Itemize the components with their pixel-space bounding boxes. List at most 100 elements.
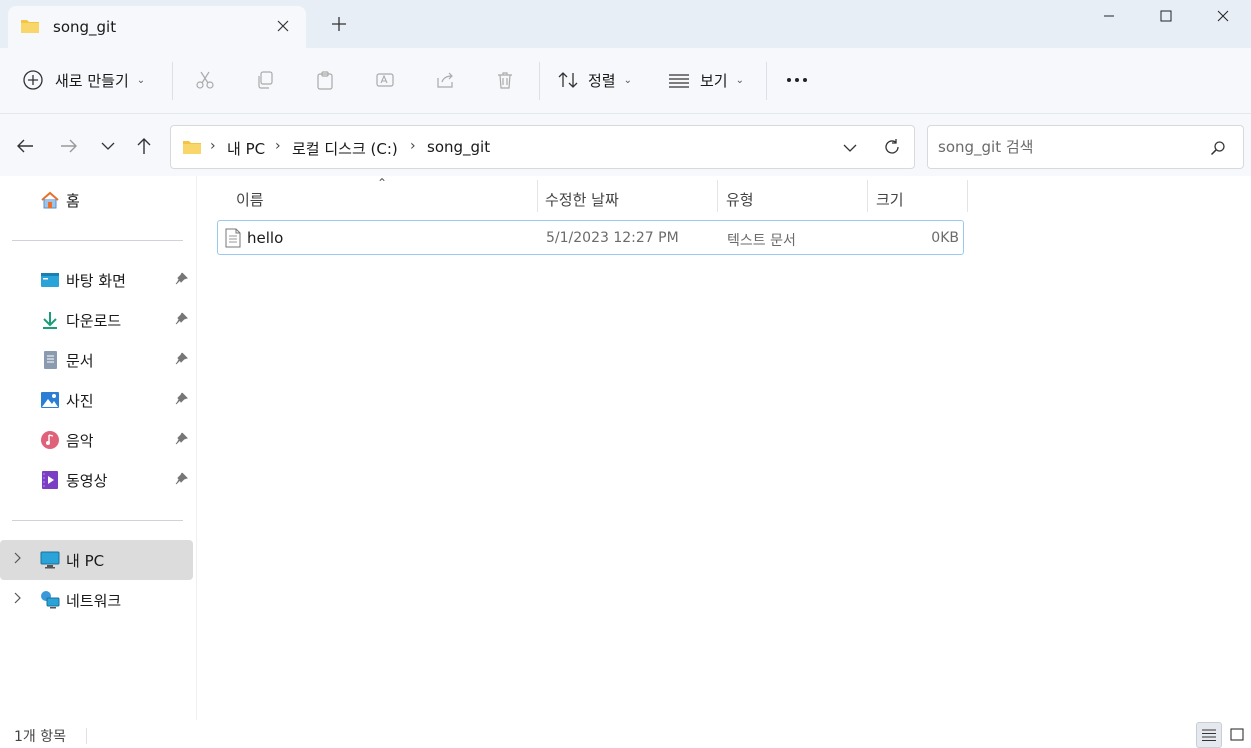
view-list-icon xyxy=(669,74,689,88)
column-header-name[interactable]: 이름 xyxy=(236,184,264,214)
address-bar[interactable]: › 내 PC › 로컬 디스크 (C:) › song_git xyxy=(170,125,915,169)
view-button[interactable]: 보기 ⌄ xyxy=(668,62,744,98)
tab-song-git[interactable]: song_git xyxy=(8,6,306,48)
column-header-modified[interactable]: 수정한 날짜 xyxy=(545,184,619,214)
picture-icon xyxy=(40,390,60,410)
maximize-button[interactable] xyxy=(1137,0,1195,32)
title-bar: song_git xyxy=(0,0,1251,48)
breadcrumb-local-disk[interactable]: 로컬 디스크 (C:) xyxy=(292,138,398,159)
arrow-left-icon xyxy=(17,139,33,153)
search-input[interactable] xyxy=(938,136,1198,158)
sort-ascending-icon: ⌃ xyxy=(377,176,388,190)
folder-icon xyxy=(20,18,40,34)
copy-button[interactable] xyxy=(253,68,277,92)
new-tab-button[interactable] xyxy=(328,14,350,36)
up-button[interactable] xyxy=(132,134,156,158)
column-header-size[interactable]: 크기 xyxy=(876,184,904,214)
refresh-icon xyxy=(885,139,899,154)
sidebar-item-documents[interactable]: 문서 xyxy=(0,340,193,380)
video-icon xyxy=(40,470,60,490)
delete-button[interactable] xyxy=(493,68,517,92)
file-name: hello xyxy=(247,229,284,247)
recent-locations-button[interactable] xyxy=(96,134,120,158)
sidebar-item-home[interactable]: 홈 xyxy=(0,180,193,220)
divider xyxy=(86,728,87,744)
column-divider[interactable] xyxy=(967,180,968,212)
folder-icon xyxy=(182,139,202,155)
tiles-view-button[interactable] xyxy=(1224,722,1250,748)
search-icon[interactable] xyxy=(1208,138,1228,158)
chevron-down-icon: ⌄ xyxy=(623,74,632,86)
pin-icon[interactable] xyxy=(174,272,190,288)
view-label: 보기 xyxy=(700,71,728,90)
details-view-button[interactable] xyxy=(1196,722,1222,748)
back-button[interactable] xyxy=(13,134,37,158)
plus-icon xyxy=(332,17,346,31)
column-divider[interactable] xyxy=(717,180,718,212)
address-history-button[interactable] xyxy=(839,137,861,159)
pin-icon[interactable] xyxy=(174,472,190,488)
sidebar-item-music[interactable]: 음악 xyxy=(0,420,193,460)
navigation-bar: › 내 PC › 로컬 디스크 (C:) › song_git xyxy=(0,114,1251,176)
document-icon xyxy=(40,350,60,370)
sidebar-item-network[interactable]: 네트워크 xyxy=(0,580,193,620)
sidebar-item-pictures[interactable]: 사진 xyxy=(0,380,193,420)
tab-title: song_git xyxy=(53,18,117,36)
share-icon xyxy=(437,72,453,88)
navigation-pane: 홈 바탕 화면 다운로드 문서 사진 음악 동영상 내 PC 네트워크 xyxy=(0,176,196,720)
share-button[interactable] xyxy=(433,68,457,92)
sidebar-item-label: 사진 xyxy=(66,392,94,410)
sidebar-item-this-pc[interactable]: 내 PC xyxy=(0,540,193,580)
arrow-up-icon xyxy=(137,138,151,154)
rename-icon xyxy=(376,73,394,87)
column-divider[interactable] xyxy=(867,180,868,212)
search-box[interactable] xyxy=(927,125,1244,169)
breadcrumb-song-git[interactable]: song_git xyxy=(427,138,490,156)
cut-icon xyxy=(196,71,214,89)
breadcrumb-this-pc[interactable]: 내 PC xyxy=(227,138,265,159)
chevron-down-icon xyxy=(843,144,857,152)
column-header-type[interactable]: 유형 xyxy=(726,184,754,214)
music-icon xyxy=(40,430,60,450)
close-icon xyxy=(277,20,289,32)
chevron-right-icon[interactable] xyxy=(14,592,28,608)
new-button-label: 새로 만들기 xyxy=(55,71,129,90)
cut-button[interactable] xyxy=(193,68,217,92)
sidebar-item-label: 홈 xyxy=(66,192,80,210)
sidebar-item-downloads[interactable]: 다운로드 xyxy=(0,300,193,340)
refresh-button[interactable] xyxy=(881,136,903,158)
new-button[interactable]: 새로 만들기 ⌄ xyxy=(22,62,145,98)
pin-icon[interactable] xyxy=(174,312,190,328)
minimize-button[interactable] xyxy=(1080,0,1138,32)
file-row[interactable]: hello 5/1/2023 12:27 PM 텍스트 문서 0KB xyxy=(217,220,964,255)
item-count: 1개 항목 xyxy=(14,729,66,745)
sidebar-item-videos[interactable]: 동영상 xyxy=(0,460,193,500)
file-type: 텍스트 문서 xyxy=(727,233,796,249)
close-tab-button[interactable] xyxy=(274,17,292,35)
tiles-view-icon xyxy=(1230,728,1244,741)
pin-icon[interactable] xyxy=(174,392,190,408)
divider xyxy=(172,62,173,100)
chevron-right-icon[interactable] xyxy=(14,552,28,568)
trash-icon xyxy=(498,72,512,89)
download-icon xyxy=(40,310,60,330)
sidebar-item-label: 문서 xyxy=(66,352,94,370)
forward-button[interactable] xyxy=(57,134,81,158)
more-options-button[interactable] xyxy=(785,68,809,92)
sidebar-item-desktop[interactable]: 바탕 화면 xyxy=(0,260,193,300)
sort-button[interactable]: 정렬 ⌄ xyxy=(557,62,632,98)
add-circle-icon xyxy=(23,70,43,90)
paste-button[interactable] xyxy=(313,68,337,92)
pin-icon[interactable] xyxy=(174,432,190,448)
chevron-down-icon: ⌄ xyxy=(735,74,744,86)
paste-icon xyxy=(317,71,333,90)
close-icon xyxy=(1217,10,1229,22)
sidebar-item-label: 음악 xyxy=(66,432,94,450)
column-divider[interactable] xyxy=(537,180,538,212)
sidebar-item-label: 바탕 화면 xyxy=(66,272,126,290)
text-file-icon xyxy=(225,228,241,248)
pin-icon[interactable] xyxy=(174,352,190,368)
rename-button[interactable] xyxy=(373,68,397,92)
divider xyxy=(12,240,183,241)
close-window-button[interactable] xyxy=(1194,0,1251,32)
